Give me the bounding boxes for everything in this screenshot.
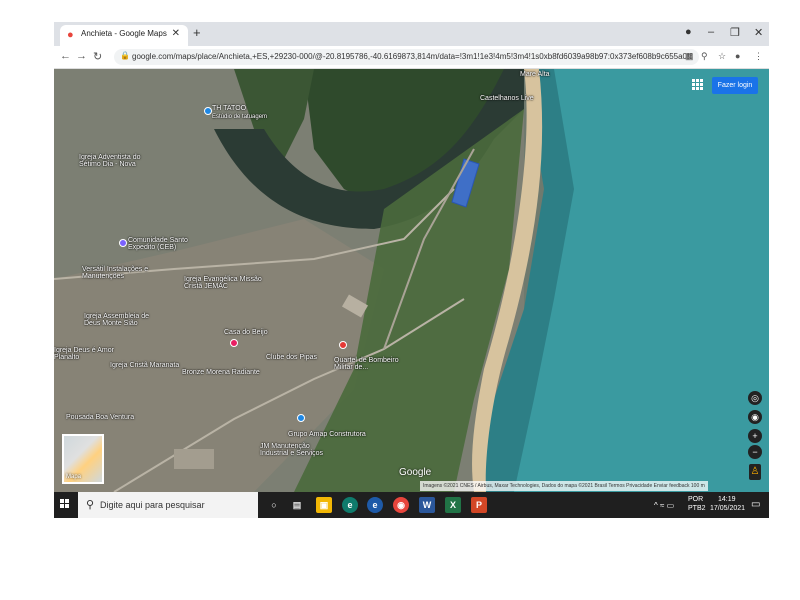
- maximize-icon[interactable]: ❐: [730, 26, 740, 39]
- place-pin-icon[interactable]: [339, 341, 347, 349]
- layers-label: Mapa: [66, 474, 82, 480]
- zoom-icon[interactable]: ⚲: [701, 51, 708, 62]
- map-label[interactable]: Castelhanos Live: [480, 95, 534, 102]
- share-icon[interactable]: ▦: [685, 51, 694, 62]
- map-label[interactable]: Igreja Assembleia de Deus Monte Sião: [84, 313, 164, 327]
- keyboard-layout: PTB2: [688, 505, 706, 512]
- browser-tab[interactable]: ● Anchieta - Google Maps ✕: [60, 25, 188, 46]
- browser-toolbar: ← → ↻ 🔒 google.com/maps/place/Anchieta,+…: [54, 46, 769, 69]
- street-view-pegman-icon[interactable]: ♙: [749, 464, 761, 480]
- taskbar-search-box[interactable]: ⚲ Digite aqui para pesquisar: [78, 492, 258, 518]
- menu-icon[interactable]: ⋮: [754, 51, 763, 62]
- taskbar-search-placeholder: Digite aqui para pesquisar: [100, 500, 205, 510]
- map-label[interactable]: TH TATOO: [212, 105, 246, 112]
- map-label[interactable]: Comunidade Santo Expedito (CEB): [128, 237, 198, 251]
- account-icon[interactable]: ●: [735, 51, 740, 61]
- new-tab-icon[interactable]: +: [193, 25, 201, 40]
- powerpoint-icon[interactable]: P: [471, 497, 487, 513]
- chrome-icon[interactable]: ◉: [393, 497, 409, 513]
- login-button[interactable]: Fazer login: [712, 77, 758, 94]
- map-label[interactable]: Igreja Evangélica Missão Cristã JEMAC: [184, 276, 264, 290]
- compass-icon[interactable]: ◎: [748, 391, 762, 405]
- map-label[interactable]: Bronze Morena Radiante: [182, 369, 260, 376]
- windows-taskbar: ⚲ Digite aqui para pesquisar ○ ▤ ▣ e e ◉…: [54, 492, 769, 518]
- close-window-icon[interactable]: ✕: [754, 26, 763, 39]
- map-label[interactable]: Pousada Boa Ventura: [66, 414, 134, 421]
- address-bar[interactable]: 🔒 google.com/maps/place/Anchieta,+ES,+29…: [114, 49, 699, 65]
- google-logo: Google: [399, 467, 432, 478]
- my-location-icon[interactable]: ◉: [748, 410, 762, 424]
- map-label[interactable]: JM Manutenção Industrial e Serviços: [260, 443, 330, 457]
- browser-window: ● Anchieta - Google Maps ✕ + ● – ❐ ✕ ← →…: [54, 22, 769, 518]
- excel-icon[interactable]: X: [445, 497, 461, 513]
- tray-icons[interactable]: ^ ≈ ▭: [654, 501, 674, 510]
- profile-icon[interactable]: ●: [685, 26, 692, 38]
- place-pin-icon[interactable]: [230, 339, 238, 347]
- reload-icon[interactable]: ↻: [93, 50, 102, 63]
- map-label[interactable]: Versátil Instalações e Manutenções: [82, 266, 157, 280]
- map-label[interactable]: Quartel de Bombeiro Militar de...: [334, 357, 414, 371]
- map-label[interactable]: Clube dos Pipas: [266, 354, 317, 361]
- clock-date: 17/05/2021: [710, 505, 746, 512]
- apps-grid-icon[interactable]: [692, 79, 704, 91]
- word-icon[interactable]: W: [419, 497, 435, 513]
- map-label[interactable]: Casa do Beijo: [224, 329, 268, 336]
- map-label[interactable]: Igreja Deus é Amor Planalto: [54, 347, 114, 361]
- map-sublabel: Estúdio de tatuagem: [212, 114, 268, 120]
- cortana-icon[interactable]: ○: [266, 497, 282, 513]
- map-label[interactable]: Igreja Adventista do Sétimo Dia - Nova: [79, 154, 149, 168]
- place-pin-icon[interactable]: [297, 414, 305, 422]
- notification-icon[interactable]: ▭: [751, 499, 760, 510]
- satellite-map[interactable]: Mare Alta Castelhanos Live TH TATOO Estú…: [54, 69, 769, 492]
- maps-pin-icon: ●: [67, 29, 74, 41]
- forward-icon[interactable]: →: [76, 50, 87, 62]
- map-label[interactable]: Mare Alta: [520, 71, 550, 78]
- tab-strip: ● Anchieta - Google Maps ✕ + ● – ❐ ✕: [54, 22, 769, 46]
- keyboard-language[interactable]: POR: [688, 496, 703, 503]
- zoom-in-button[interactable]: +: [748, 429, 762, 443]
- edge-icon[interactable]: e: [342, 497, 358, 513]
- windows-start-icon[interactable]: [60, 499, 70, 509]
- close-tab-icon[interactable]: ✕: [172, 28, 180, 39]
- minimize-icon[interactable]: –: [708, 26, 714, 38]
- tab-title: Anchieta - Google Maps: [81, 29, 167, 38]
- map-label[interactable]: Igreja Cristã Maranata: [110, 362, 179, 369]
- church-pin-icon[interactable]: [119, 239, 127, 247]
- back-icon[interactable]: ←: [60, 50, 71, 62]
- layers-toggle[interactable]: Mapa: [62, 434, 104, 484]
- place-pin-icon[interactable]: [204, 107, 212, 115]
- task-view-icon[interactable]: ▤: [289, 497, 305, 513]
- map-attribution: Imagens ©2021 CNES / Airbus, Maxar Techn…: [420, 481, 708, 491]
- map-imagery: [54, 69, 769, 492]
- url-text: google.com/maps/place/Anchieta,+ES,+2923…: [132, 52, 692, 61]
- internet-explorer-icon[interactable]: e: [367, 497, 383, 513]
- clock-time[interactable]: 14:19: [718, 496, 736, 503]
- lock-icon: 🔒: [120, 51, 130, 60]
- map-label[interactable]: Grupo Amap Construtora: [288, 431, 366, 438]
- bookmark-star-icon[interactable]: ☆: [718, 51, 726, 62]
- file-explorer-icon[interactable]: ▣: [316, 497, 332, 513]
- search-icon: ⚲: [86, 499, 95, 511]
- zoom-out-button[interactable]: −: [748, 445, 762, 459]
